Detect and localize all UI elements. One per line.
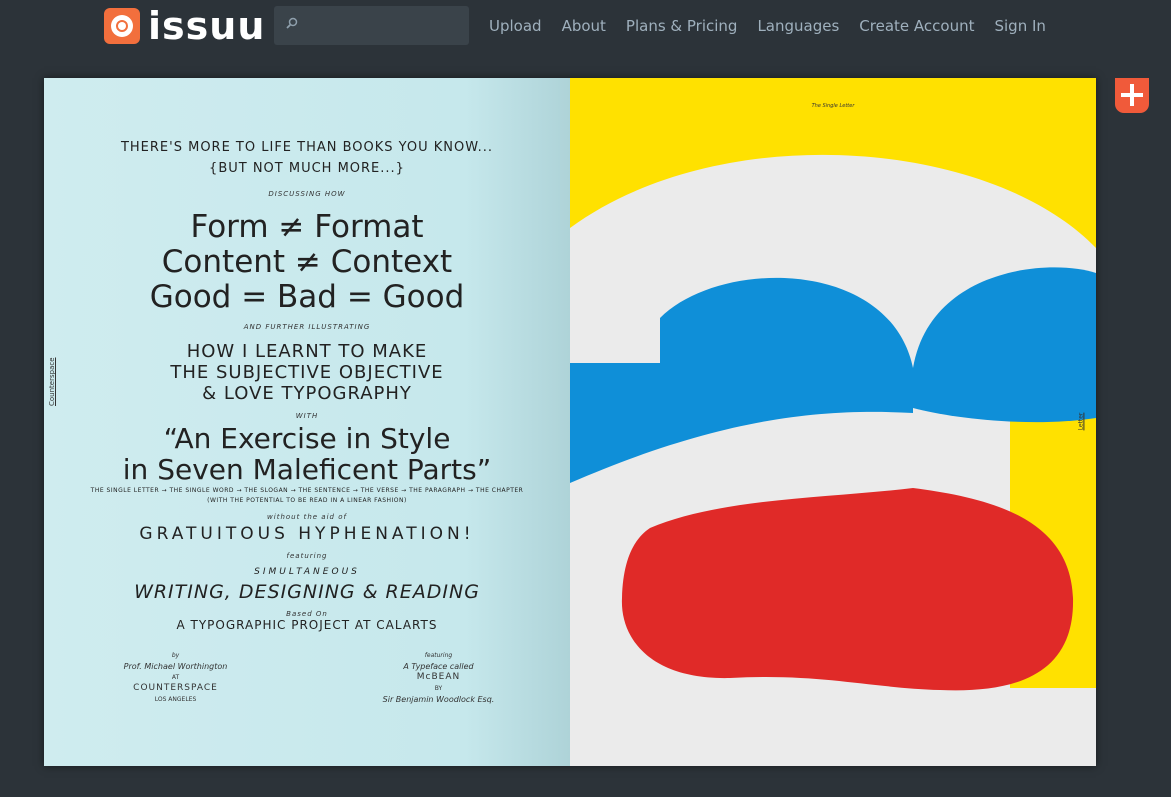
big-line-2: Content ≠ Context xyxy=(161,244,453,280)
credit-right-by: BY xyxy=(434,685,443,692)
discussing-label: DISCUSSING HOW xyxy=(268,190,346,198)
search-box[interactable] xyxy=(274,6,469,45)
search-input[interactable] xyxy=(310,14,464,38)
wdr-line: WRITING, DESIGNING & READING xyxy=(134,581,480,603)
red-shape xyxy=(621,488,1074,691)
credit-left-city: LOS ANGELES xyxy=(154,696,197,703)
mid-line-1: HOW I LEARNT TO MAKE xyxy=(186,341,428,362)
without-label: without the aid of xyxy=(267,513,347,521)
nav-languages[interactable]: Languages xyxy=(757,17,839,35)
featuring-label: featuring xyxy=(286,552,328,560)
mid-line-3: & LOVE TYPOGRAPHY xyxy=(202,383,412,404)
nav-plans-pricing[interactable]: Plans & Pricing xyxy=(626,17,738,35)
mid-line-2: THE SUBJECTIVE OBJECTIVE xyxy=(170,362,444,383)
publication-spread[interactable]: Counterspace THERE'S MORE TO LIFE THAN B… xyxy=(44,78,1096,766)
logo-text: issuu xyxy=(148,4,266,48)
add-plus-icon[interactable] xyxy=(1115,78,1149,113)
nav-upload[interactable]: Upload xyxy=(489,17,542,35)
search-icon xyxy=(286,17,298,29)
credit-left-by: by xyxy=(171,652,180,659)
credit-right-author: Sir Benjamin Woodlock Esq. xyxy=(382,695,495,704)
nav-about[interactable]: About xyxy=(562,17,606,35)
headline-line-2: {BUT NOT MUCH MORE...} xyxy=(209,161,405,176)
with-label: WITH xyxy=(295,412,319,420)
headline-line-1: THERE'S MORE TO LIFE THAN BOOKS YOU KNOW… xyxy=(120,140,494,155)
right-page[interactable]: The Single Letter Letter xyxy=(570,78,1096,766)
credit-left-at: AT xyxy=(171,674,180,681)
issuu-logo-icon xyxy=(104,8,140,44)
letter-artwork xyxy=(570,154,1096,766)
potential-note: (WITH THE POTENTIAL TO BE READ IN A LINE… xyxy=(207,497,407,504)
credit-left: by Prof. Michael Worthington AT COUNTERS… xyxy=(44,650,307,705)
based-on-label: Based On xyxy=(286,610,328,618)
quote-line-1: “An Exercise in Style xyxy=(163,422,451,455)
credit-right: featuring A Typeface called McBEAN BY Si… xyxy=(307,650,570,705)
left-page[interactable]: Counterspace THERE'S MORE TO LIFE THAN B… xyxy=(44,78,570,766)
nav-create-account[interactable]: Create Account xyxy=(859,17,974,35)
further-label: AND FURTHER ILLUSTRATING xyxy=(243,323,371,331)
credit-left-org: COUNTERSPACE xyxy=(133,683,218,693)
credits: by Prof. Michael Worthington AT COUNTERS… xyxy=(44,650,570,705)
big-line-1: Form ≠ Format xyxy=(190,209,424,245)
credit-right-typeface: A Typeface called xyxy=(403,662,474,671)
right-page-running-head: The Single Letter xyxy=(811,103,855,109)
credit-left-name: Prof. Michael Worthington xyxy=(123,662,228,671)
top-navigation-bar: issuu Upload About Plans & Pricing Langu… xyxy=(0,0,1171,60)
right-page-side-label: Letter xyxy=(1077,412,1085,431)
project-line: A TYPOGRAPHIC PROJECT AT CALARTS xyxy=(176,618,438,632)
big-line-3: Good = Bad = Good xyxy=(149,279,465,315)
nav-sign-in[interactable]: Sign In xyxy=(994,17,1045,35)
credit-right-font: McBEAN xyxy=(416,672,461,682)
parts-list: THE SINGLE LETTER → THE SINGLE WORD → TH… xyxy=(90,487,524,494)
gratuitous-line: GRATUITOUS HYPHENATION! xyxy=(139,524,475,544)
main-nav: Upload About Plans & Pricing Languages C… xyxy=(489,17,1046,35)
simultaneous-label: SIMULTANEOUS xyxy=(254,567,360,577)
quote-line-2: in Seven Maleficent Parts” xyxy=(122,453,492,486)
issuu-logo[interactable]: issuu xyxy=(104,4,266,48)
credit-right-featuring: featuring xyxy=(424,652,453,659)
